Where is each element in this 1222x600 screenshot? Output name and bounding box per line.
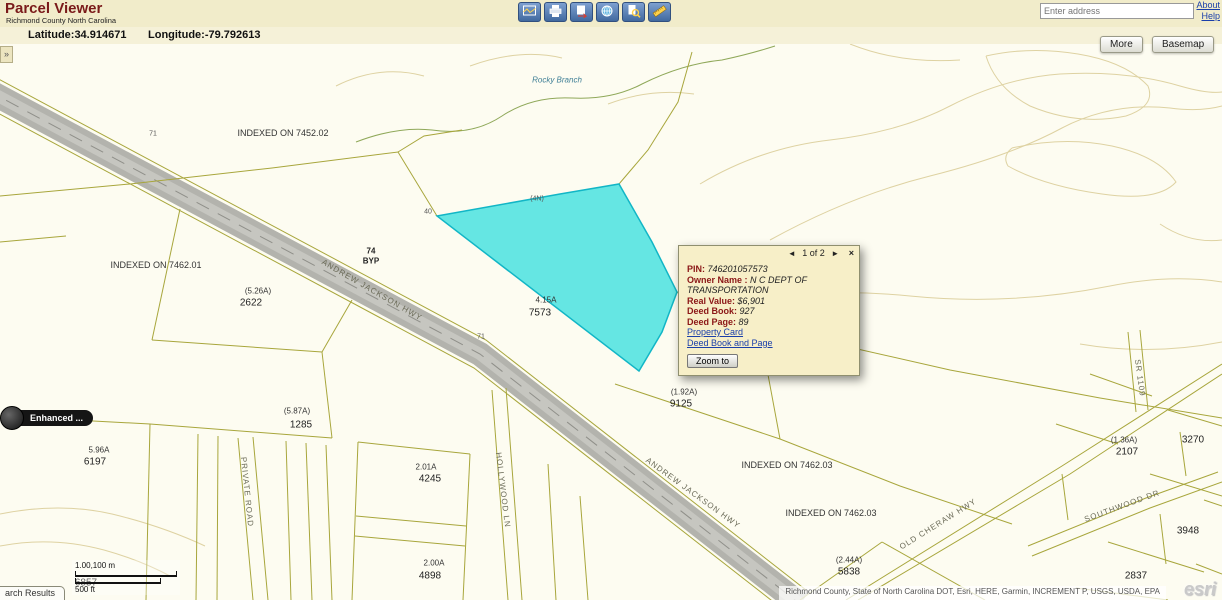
zoom-to-button[interactable]: Zoom to	[687, 354, 738, 368]
search-results-tab[interactable]: arch Results	[0, 586, 65, 600]
address-search-input[interactable]	[1040, 3, 1194, 19]
popup-fields: PIN: 746201057573Owner Name : N C DEPT O…	[687, 264, 851, 327]
page-title: Parcel Viewer	[5, 0, 102, 17]
identify-popup: ◄ 1 of 2 ► × PIN: 746201057573Owner Name…	[678, 245, 860, 376]
measure-button[interactable]	[648, 2, 671, 22]
scale-bar: 1.00,100 m 500 ft	[72, 560, 180, 595]
popup-field: Real Value: $6,901	[687, 296, 851, 307]
popup-prev-icon[interactable]: ◄	[788, 249, 796, 258]
parcel-map-canvas	[0, 44, 1222, 600]
popup-link[interactable]: Property Card	[687, 327, 851, 338]
popup-link[interactable]: Deed Book and Page	[687, 338, 851, 349]
popup-field: PIN: 746201057573	[687, 264, 851, 275]
popup-field: Deed Page: 89	[687, 317, 851, 328]
help-link[interactable]: Help	[1196, 11, 1220, 22]
scale-imperial-label: 500 ft	[75, 585, 177, 594]
document-search-icon	[626, 4, 641, 21]
scale-imperial-bar	[75, 578, 161, 584]
globe-icon	[600, 4, 615, 21]
print-button[interactable]	[544, 2, 567, 22]
popup-close-icon[interactable]: ×	[849, 248, 854, 258]
enhanced-search-button[interactable]: Enhanced ...	[0, 406, 93, 430]
print-icon	[548, 4, 563, 21]
popup-field: Deed Book: 927	[687, 306, 851, 317]
expand-panel-icon[interactable]: »	[0, 46, 13, 63]
popup-body: PIN: 746201057573Owner Name : N C DEPT O…	[679, 262, 859, 375]
popup-next-icon[interactable]: ►	[831, 249, 839, 258]
popup-field: Owner Name : N C DEPT OF TRANSPORTATION	[687, 275, 851, 296]
app-header: Parcel Viewer Richmond County North Caro…	[0, 0, 1222, 27]
latitude-readout: Latitude:34.914671	[28, 29, 126, 41]
map-toolbar	[518, 2, 671, 22]
more-button[interactable]: More	[1100, 36, 1143, 53]
print-export-icon	[574, 4, 589, 21]
globe-pan-button[interactable]	[596, 2, 619, 22]
longitude-readout: Longitude:-79.792613	[148, 29, 260, 41]
scale-metric-label: 1.00,100 m	[75, 561, 177, 570]
map-layers-icon	[522, 4, 537, 21]
print-export-button[interactable]	[570, 2, 593, 22]
rocky-branch-stream	[356, 46, 775, 142]
map-attribution: Richmond County, State of North Carolina…	[779, 586, 1166, 600]
map-layers-button[interactable]	[518, 2, 541, 22]
basemap-button[interactable]: Basemap	[1152, 36, 1214, 53]
popup-links: Property CardDeed Book and Page	[687, 327, 851, 348]
measure-icon	[652, 4, 667, 21]
coordinates-bar: Latitude:34.914671 Longitude:-79.792613	[0, 27, 1222, 44]
map-viewport[interactable]: Rocky BranchINDEXED ON 7452.027140(4N)74…	[0, 44, 1222, 600]
enhanced-knob-icon	[0, 406, 24, 430]
parcel-viewer-app: Parcel Viewer Richmond County North Caro…	[0, 0, 1222, 600]
enhanced-label: Enhanced ...	[16, 410, 93, 426]
esri-logo: esri	[1184, 579, 1216, 600]
about-link[interactable]: About	[1196, 0, 1220, 11]
document-search-button[interactable]	[622, 2, 645, 22]
popup-header: ◄ 1 of 2 ► ×	[679, 246, 859, 262]
scale-metric-bar	[75, 571, 177, 577]
corner-links: About Help	[1196, 0, 1220, 22]
page-subtitle: Richmond County North Carolina	[6, 16, 116, 25]
popup-pager: 1 of 2	[802, 248, 825, 258]
